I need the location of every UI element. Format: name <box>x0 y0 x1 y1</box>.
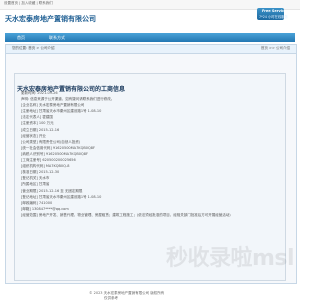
main-nav: 首页 联系方式 <box>5 33 295 42</box>
footer-note: 仅供参考 <box>104 296 118 300</box>
footer-copyright: © 2023 天水宏泰房地产置销有限公司 版权所有 <box>89 291 165 295</box>
service-badge[interactable]: Free Service 7*24 小时在线服务 <box>257 8 288 20</box>
breadcrumb[interactable]: 您的位置: 首页 > 公司介绍 <box>12 46 54 51</box>
badge-subtitle: 7*24 小时在线服务 <box>259 15 288 19</box>
nav-contact[interactable]: 联系方式 <box>49 34 65 41</box>
site-brand[interactable]: 天水宏泰房地产置销有限公司 <box>5 14 96 24</box>
nav-home[interactable]: 首页 <box>17 34 25 41</box>
badge-title: Free Service <box>262 9 287 13</box>
top-links[interactable]: 设置首页 | 加入收藏 | 联系我们 <box>4 1 53 6</box>
info-line: [经营范围] 房地产开发、销售代理、物业管理、房屋租赁；建筑工程施工；(依法须经… <box>21 212 231 217</box>
breadcrumb-right[interactable]: 首页 >> 公司介绍 <box>261 46 290 51</box>
watermark: 秒收录啦msl <box>165 246 295 271</box>
breadcrumb-bar: 您的位置: 首页 > 公司介绍 首页 >> 公司介绍 <box>6 45 296 54</box>
company-info: 更新时间: 2021-09-26 声明: 信息来源于公开渠道，如有疑问请联系我们… <box>21 90 279 218</box>
top-bar: 设置首页 | 加入收藏 | 联系我们 <box>0 0 300 10</box>
